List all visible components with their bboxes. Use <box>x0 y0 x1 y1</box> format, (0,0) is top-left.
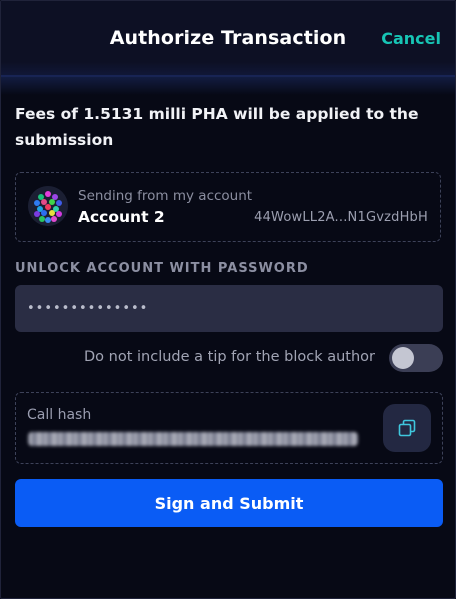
fees-notice: Fees of 1.5131 milli PHA will be applied… <box>15 105 419 149</box>
sign-and-submit-button[interactable]: Sign and Submit <box>15 479 443 527</box>
account-subtitle: Sending from my account <box>78 188 253 204</box>
account-name: Account 2 <box>78 208 165 226</box>
account-address: 44WowLL2A...N1GvzdHbH <box>254 210 428 225</box>
call-hash-label: Call hash <box>27 407 92 423</box>
toggle-knob <box>392 347 414 369</box>
call-hash-card: Call hash <box>15 392 443 464</box>
call-hash-value-blurred <box>28 432 358 446</box>
account-identicon-icon <box>28 186 68 226</box>
copy-hash-button[interactable] <box>383 404 431 452</box>
header-divider <box>1 75 455 95</box>
password-label: UNLOCK ACCOUNT WITH PASSWORD <box>15 261 309 276</box>
cancel-link[interactable]: Cancel <box>381 29 441 48</box>
sender-account-card: Sending from my account Account 2 44WowL… <box>15 172 441 242</box>
password-input[interactable] <box>15 285 443 332</box>
no-tip-toggle[interactable] <box>389 344 443 372</box>
authorize-transaction-popup: Authorize Transaction Cancel Fees of 1.5… <box>0 0 456 599</box>
no-tip-label: Do not include a tip for the block autho… <box>84 349 375 365</box>
copy-icon <box>398 419 416 437</box>
